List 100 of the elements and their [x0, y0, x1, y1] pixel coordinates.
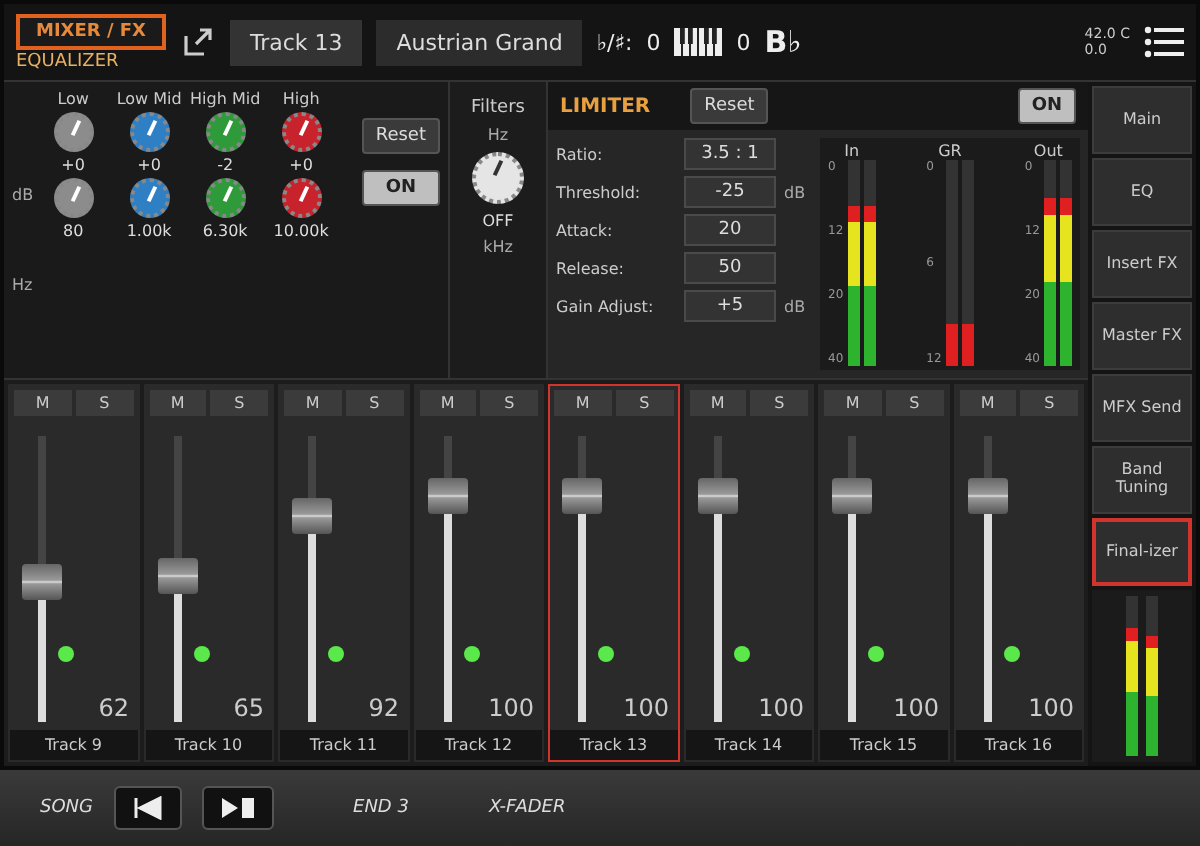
reset-button[interactable]: Reset — [690, 88, 769, 124]
on-button[interactable]: ON — [361, 170, 440, 206]
mute-button[interactable]: M — [284, 390, 342, 416]
fader-handle[interactable] — [292, 498, 332, 535]
parameter-label: Threshold: — [556, 183, 643, 201]
export-icon[interactable] — [179, 24, 216, 60]
signal-led — [868, 646, 884, 662]
side-tab[interactable]: Main — [1092, 86, 1192, 154]
mute-button[interactable]: M — [149, 390, 207, 416]
rewind-button[interactable] — [113, 786, 182, 830]
knob[interactable] — [53, 112, 94, 152]
track-name: Track 16 — [955, 730, 1082, 760]
knob-value: -2 — [217, 156, 234, 174]
parameter-field[interactable]: 50 — [684, 252, 776, 284]
band-label: Low Mid — [116, 90, 182, 108]
knob[interactable] — [281, 178, 322, 218]
mute-button[interactable]: M — [554, 390, 612, 416]
knob[interactable] — [129, 112, 170, 152]
parameter-field[interactable]: 3.5 : 1 — [684, 138, 776, 170]
solo-button[interactable]: S — [615, 390, 673, 416]
solo-button[interactable]: S — [75, 390, 133, 416]
unit-label: dB — [784, 183, 806, 201]
solo-button[interactable]: S — [345, 390, 403, 416]
volume-value: 100 — [893, 694, 939, 722]
knob[interactable] — [205, 112, 246, 152]
side-tab[interactable]: Master FX — [1092, 302, 1192, 370]
fader-handle[interactable] — [562, 478, 602, 515]
knob[interactable] — [281, 112, 322, 152]
channel-strip[interactable]: M S 100 Track 12 — [413, 384, 544, 762]
side-tab[interactable]: Band Tuning — [1092, 446, 1192, 514]
knob[interactable] — [53, 178, 94, 218]
solo-button[interactable]: S — [210, 390, 268, 416]
knob-value: 1.00k — [126, 222, 172, 240]
side-tab[interactable]: Final-izer — [1092, 518, 1192, 586]
mute-button[interactable]: M — [824, 390, 882, 416]
channel-strip[interactable]: M S 100 Track 13 — [548, 384, 679, 762]
solo-button[interactable]: S — [480, 390, 538, 416]
sound-name-field[interactable]: Austrian Grand — [376, 19, 583, 65]
track-name: Track 9 — [10, 730, 137, 760]
channel-strip[interactable]: M S 100 Track 16 — [953, 384, 1084, 762]
parameter-label: Attack: — [556, 221, 615, 239]
limiter-title: LIMITER — [560, 95, 651, 117]
meter-label: In — [844, 142, 860, 160]
fader-handle[interactable] — [157, 558, 197, 595]
channel-strip[interactable]: M S 100 Track 15 — [818, 384, 949, 762]
knob-value: 6.30k — [202, 222, 248, 240]
volume-value: 100 — [488, 694, 534, 722]
parameter-field[interactable]: -25 — [684, 176, 776, 208]
channel-strip[interactable]: M S 62 Track 9 — [8, 384, 139, 762]
key-name: B♭ — [764, 24, 802, 60]
channel-strip[interactable]: M S 92 Track 11 — [278, 384, 409, 762]
signal-led — [328, 646, 344, 662]
channel-strip[interactable]: M S 65 Track 10 — [143, 384, 274, 762]
track-name: Track 13 — [550, 730, 677, 760]
knob-value: OFF — [482, 212, 514, 230]
mute-button[interactable]: M — [419, 390, 477, 416]
play-stop-button[interactable] — [201, 786, 274, 830]
on-button[interactable]: ON — [1017, 88, 1076, 124]
side-tab[interactable]: MFX Send — [1092, 374, 1192, 442]
fader-handle[interactable] — [427, 478, 467, 515]
mute-button[interactable]: M — [689, 390, 747, 416]
parameter-field[interactable]: +5 — [684, 290, 776, 322]
keyboard-icon — [674, 28, 723, 56]
mute-button[interactable]: M — [14, 390, 72, 416]
panel-label: END 3 — [353, 798, 409, 818]
channel-strip[interactable]: M S 100 Track 14 — [683, 384, 814, 762]
side-tab[interactable]: EQ — [1092, 158, 1192, 226]
fader-handle[interactable] — [697, 478, 737, 515]
knob[interactable] — [129, 178, 170, 218]
track-name: Track 14 — [685, 730, 812, 760]
solo-button[interactable]: S — [750, 390, 808, 416]
mode-tab[interactable]: MIXER / FX — [16, 13, 166, 49]
play-stop-icon — [219, 796, 256, 820]
panel-label: SONG — [40, 798, 94, 818]
reset-button[interactable]: Reset — [361, 118, 440, 154]
knob-value: +0 — [289, 156, 313, 174]
track-tab[interactable]: Track 13 — [229, 19, 363, 65]
knob[interactable] — [472, 152, 524, 204]
parameter-label: Gain Adjust: — [556, 297, 656, 315]
mute-button[interactable]: M — [959, 390, 1017, 416]
volume-value: 100 — [623, 694, 669, 722]
side-tab[interactable]: Insert FX — [1092, 230, 1192, 298]
track-name: Track 15 — [820, 730, 947, 760]
solo-button[interactable]: S — [885, 390, 943, 416]
knob[interactable] — [205, 178, 246, 218]
volume-value: 65 — [233, 694, 264, 722]
fader-handle[interactable] — [22, 563, 62, 600]
band-label: High Mid — [190, 90, 261, 108]
transpose-value: 0 — [646, 29, 661, 55]
fader-handle[interactable] — [967, 478, 1007, 515]
fader-handle[interactable] — [832, 478, 872, 515]
parameter-field[interactable]: 20 — [684, 214, 776, 246]
skip-back-icon — [131, 796, 164, 820]
solo-button[interactable]: S — [1020, 390, 1078, 416]
filters-title: Filters — [471, 98, 525, 118]
signal-led — [58, 646, 74, 662]
menu-icon[interactable] — [1144, 26, 1184, 58]
signal-led — [1003, 646, 1019, 662]
panel-label: X-FADER — [488, 798, 566, 818]
track-name: Track 12 — [415, 730, 542, 760]
